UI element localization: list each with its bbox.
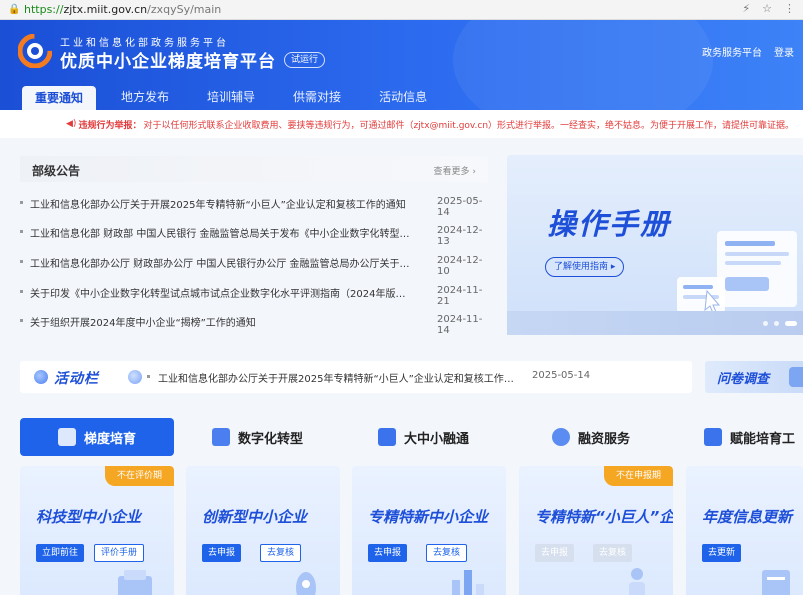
announcement-item[interactable]: 关于组织开展2024年度中小企业“揭榜”工作的通知 2024-11-14: [20, 313, 488, 336]
login-link[interactable]: 登录: [774, 44, 794, 59]
card-title: 年度信息更新: [702, 508, 793, 526]
activity-decor-icon: [128, 370, 142, 384]
platform-title: 优质中小企业梯度培育平台: [60, 52, 276, 72]
chart-bars-icon: [452, 570, 484, 595]
apply-button[interactable]: 去申报: [202, 544, 242, 562]
lock-icon: 🔒: [8, 3, 21, 15]
survey-banner[interactable]: 问卷调查: [705, 361, 803, 393]
view-more-link[interactable]: 查看更多 ›: [434, 164, 476, 177]
star-icon[interactable]: ☆: [762, 2, 772, 15]
carousel-dots[interactable]: [763, 321, 797, 326]
card-tech-sme[interactable]: 不在评价期 科技型中小企业 立即前往 评价手册: [20, 466, 174, 595]
review-button[interactable]: 去复核: [426, 544, 468, 562]
gradient-icon: [57, 428, 76, 446]
guide-button[interactable]: 了解使用指南 ▸: [545, 257, 625, 277]
url-host: zjtx.miit.gov.cn: [63, 3, 148, 16]
go-now-button[interactable]: 立即前往: [36, 544, 85, 562]
document-icon: [762, 570, 790, 595]
manual-title: 操作手册: [547, 207, 672, 241]
announcement-item[interactable]: 工业和信息化部办公厅关于开展2025年专精特新“小巨人”企业认定和复核工作的通知…: [20, 195, 488, 218]
card-title: 专精特新“小巨人”企业: [535, 508, 673, 526]
rocket-icon: [296, 572, 316, 595]
card-little-giant[interactable]: 不在申报期 专精特新“小巨人”企业 去申报 去复核: [519, 466, 673, 595]
nav-tab-events[interactable]: 活动信息: [366, 86, 440, 110]
service-tab-empower[interactable]: 赋能培育工: [704, 418, 795, 456]
nav-tab-notices[interactable]: 重要通知: [22, 86, 97, 110]
card-annual-update[interactable]: 年度信息更新 去更新: [686, 466, 803, 595]
notice-text: 对于以任何形式联系企业收取费用、要挟等违规行为，可通过邮件（zjtx@miit.…: [143, 120, 795, 131]
browser-address-bar[interactable]: 🔒 https:// zjtx.miit.gov.cn /zxqySy/main…: [0, 0, 803, 20]
service-tab-gradient[interactable]: 梯度培育: [20, 418, 174, 456]
update-button[interactable]: 去更新: [702, 544, 742, 562]
empower-icon: [704, 428, 722, 446]
service-tab-digital[interactable]: 数字化转型: [212, 418, 303, 456]
card-title: 科技型中小企业: [36, 508, 142, 526]
activity-item[interactable]: 工业和信息化部办公厅关于开展2025年专精特新“小巨人”企业认定和复核工作的通知: [158, 370, 518, 385]
apply-button[interactable]: 去申报: [368, 544, 408, 562]
review-button: 去复核: [593, 544, 633, 562]
announcement-item[interactable]: 工业和信息化部 财政部 中国人民银行 金融监管总局关于发布《中小企业数字化转型指…: [20, 224, 488, 247]
url-scheme: https://: [24, 3, 64, 16]
apply-button: 去申报: [535, 544, 575, 562]
speaker-icon: ◀): [66, 119, 77, 129]
building-icon: [118, 570, 152, 595]
site-header: 工业和信息化部政务服务平台 优质中小企业梯度培育平台 试运行 政务服务平台 登录…: [0, 20, 803, 110]
notice-title: 违规行为举报：: [78, 120, 142, 131]
activity-icon: [34, 370, 48, 384]
digital-icon: [212, 428, 230, 446]
integration-icon: [378, 428, 396, 446]
nav-tab-local[interactable]: 地方发布: [108, 86, 182, 110]
announcements-title: 部级公告: [32, 164, 81, 178]
status-tag: 不在评价期: [104, 466, 174, 486]
nav-tab-supply[interactable]: 供需对接: [280, 86, 354, 110]
review-button[interactable]: 去复核: [260, 544, 302, 562]
activity-bar: 活动栏 工业和信息化部办公厅关于开展2025年专精特新“小巨人”企业认定和复核工…: [20, 361, 692, 393]
card-title: 创新型中小企业: [202, 508, 308, 526]
share-icon[interactable]: ⚡: [742, 2, 750, 15]
survey-label: 问卷调查: [717, 372, 770, 387]
announcement-item[interactable]: 关于印发《中小企业数字化转型试点城市试点企业数字化水平评测指南（2024年版）》…: [20, 284, 488, 307]
activity-title: 活动栏: [54, 371, 99, 387]
survey-icon: [789, 367, 803, 387]
nav-tab-training[interactable]: 培训辅导: [194, 86, 268, 110]
url-path: /zxqySy/main: [147, 3, 222, 16]
giant-figure-icon: [629, 568, 645, 595]
announcements-header: 部级公告 查看更多 ›: [20, 156, 488, 182]
more-icon[interactable]: ⋮: [784, 2, 795, 15]
gov-service-link[interactable]: 政务服务平台: [702, 44, 762, 59]
card-specialized-sme[interactable]: 专精特新中小企业 去申报 去复核: [352, 466, 506, 595]
manual-banner[interactable]: 操作手册 了解使用指南 ▸: [507, 155, 803, 335]
evaluation-manual-button[interactable]: 评价手册: [94, 544, 145, 562]
platform-logo-icon: [18, 34, 52, 68]
service-tab-integration[interactable]: 大中小融通: [378, 418, 469, 456]
activity-date: 2025-05-14: [532, 370, 591, 381]
finance-icon: [552, 428, 570, 446]
card-title: 专精特新中小企业: [368, 508, 489, 526]
beta-badge: 试运行: [284, 52, 326, 68]
main-nav: 重要通知 地方发布 培训辅导 供需对接 活动信息: [22, 86, 452, 110]
report-notice-bar: ◀) 违规行为举报： 对于以任何形式联系企业收取费用、要挟等违规行为，可通过邮件…: [0, 110, 803, 138]
service-tab-finance[interactable]: 融资服务: [552, 418, 630, 456]
card-innovative-sme[interactable]: 创新型中小企业 去申报 去复核: [186, 466, 340, 595]
status-tag: 不在申报期: [603, 466, 673, 486]
announcement-item[interactable]: 工业和信息化部办公厅 财政部办公厅 中国人民银行办公厅 金融监管总局办公厅关于开…: [20, 254, 488, 277]
